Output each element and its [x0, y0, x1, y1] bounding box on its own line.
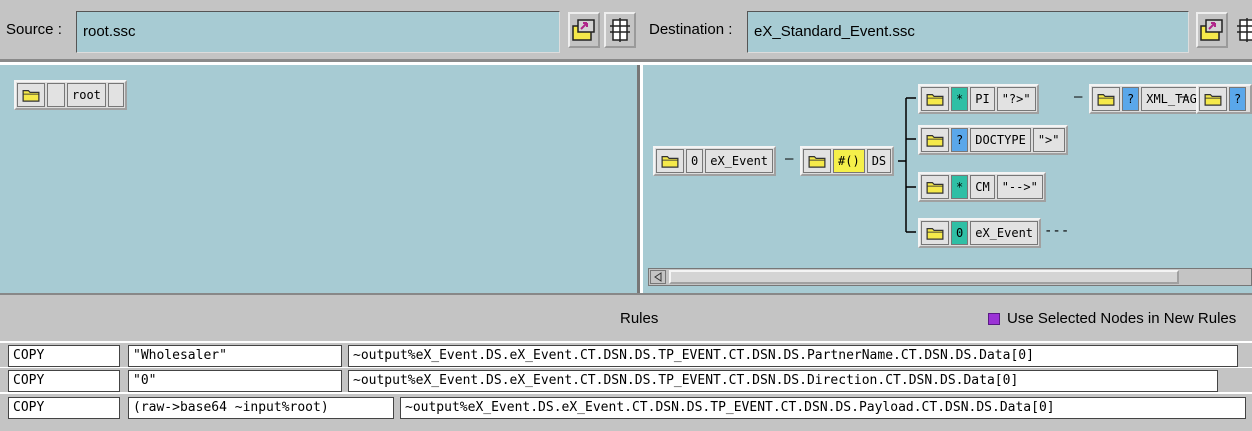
delimiter-cell: "?>"	[996, 87, 1036, 111]
destination-file-field[interactable]: eX_Standard_Event.ssc	[747, 11, 1189, 53]
connector-dash: —	[1074, 89, 1083, 105]
folder-icon[interactable]	[921, 221, 949, 245]
open-source-button[interactable]	[568, 12, 600, 48]
open-file-icon	[1200, 19, 1223, 41]
split-view-icon	[610, 18, 630, 42]
node-name: eX_Event	[705, 149, 774, 173]
source-file-field[interactable]: root.ssc	[76, 11, 560, 53]
open-destination-button[interactable]	[1196, 12, 1228, 48]
split-view-icon	[1237, 18, 1252, 42]
node-name: DOCTYPE	[970, 128, 1031, 152]
dest-cm-node[interactable]: * CM "-->"	[918, 172, 1046, 202]
delimiter-cell	[107, 83, 124, 107]
folder-icon[interactable]	[656, 149, 684, 173]
rule-source-field[interactable]: "Wholesaler"	[128, 345, 342, 367]
node-name: root	[67, 83, 106, 107]
connector-dash: —	[785, 151, 794, 167]
rule-destination-field[interactable]: ~output%eX_Event.DS.eX_Event.CT.DSN.DS.T…	[348, 370, 1218, 392]
delimiter-cell: ">"	[1032, 128, 1065, 152]
folder-icon[interactable]	[921, 175, 949, 199]
occurrence-cell: 0	[686, 149, 704, 173]
dest-root-node[interactable]: 0 eX_Event	[653, 146, 777, 176]
node-name: CM	[970, 175, 995, 199]
dest-next-node[interactable]: ?	[1196, 84, 1252, 114]
connector-dash: —	[1180, 89, 1189, 105]
occurrence-cell: #()	[833, 149, 865, 173]
open-file-icon	[572, 19, 595, 41]
folder-icon[interactable]	[1092, 87, 1120, 111]
dest-ds-node[interactable]: #() DS	[800, 146, 895, 176]
scrollbar-thumb[interactable]	[669, 270, 1179, 284]
occurrence-cell: ?	[951, 128, 969, 152]
occurrence-cell	[47, 83, 65, 107]
use-selected-nodes-label[interactable]: Use Selected Nodes in New Rules	[1007, 310, 1236, 327]
horizontal-scrollbar[interactable]	[648, 268, 1252, 286]
destination-label: Destination :	[649, 21, 733, 38]
node-name: XML_TAG	[1141, 87, 1202, 111]
occurrence-cell: ?	[1229, 87, 1247, 111]
delimiter-cell: "-->"	[996, 175, 1043, 199]
occurrence-cell: ?	[1122, 87, 1140, 111]
rule-op-field[interactable]: COPY	[8, 370, 120, 392]
occurrence-cell: *	[951, 175, 969, 199]
node-name: PI	[970, 87, 995, 111]
rules-title: Rules	[620, 310, 659, 327]
folder-icon[interactable]	[921, 87, 949, 111]
rule-op-field[interactable]: COPY	[8, 345, 120, 367]
folder-icon[interactable]	[17, 83, 45, 107]
dest-ex-event-child-node[interactable]: 0 eX_Event	[918, 218, 1042, 248]
tree-bracket	[898, 97, 916, 233]
rule-destination-field[interactable]: ~output%eX_Event.DS.eX_Event.CT.DSN.DS.T…	[400, 397, 1246, 419]
split-source-button[interactable]	[604, 12, 636, 48]
folder-icon[interactable]	[1199, 87, 1227, 111]
source-label: Source :	[6, 21, 62, 38]
checkbox-icon[interactable]	[988, 313, 1000, 325]
split-destination-button[interactable]	[1236, 12, 1252, 48]
rule-op-field[interactable]: COPY	[8, 397, 120, 419]
folder-icon[interactable]	[803, 149, 831, 173]
dest-doctype-node[interactable]: ? DOCTYPE ">"	[918, 125, 1068, 155]
rule-source-field[interactable]: (raw->base64 ~input%root)	[128, 397, 394, 419]
rule-destination-field[interactable]: ~output%eX_Event.DS.eX_Event.CT.DSN.DS.T…	[348, 345, 1238, 367]
node-name: eX_Event	[970, 221, 1039, 245]
source-root-node[interactable]: root	[14, 80, 127, 110]
folder-icon[interactable]	[921, 128, 949, 152]
collapsed-trailer: ---	[1044, 223, 1070, 239]
occurrence-cell: 0	[951, 221, 969, 245]
node-name: DS	[866, 149, 892, 173]
rule-source-field[interactable]: "0"	[128, 370, 342, 392]
dest-pi-node[interactable]: * PI "?>"	[918, 84, 1039, 114]
occurrence-cell: *	[951, 87, 969, 111]
scroll-left-icon[interactable]	[650, 270, 666, 284]
